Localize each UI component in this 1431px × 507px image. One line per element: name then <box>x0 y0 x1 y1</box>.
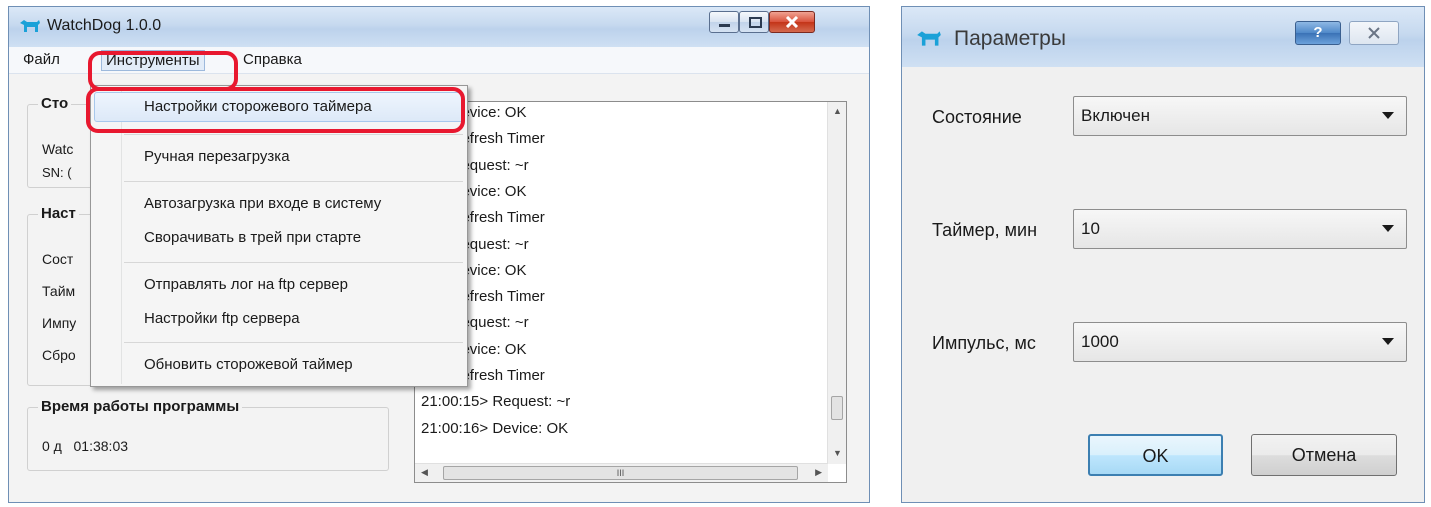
serial-number-label: SN: ( <box>42 165 72 180</box>
highlight-ring-tools-menu <box>88 51 238 91</box>
uptime-value: 0 д 01:38:03 <box>42 438 129 454</box>
timer-combobox[interactable]: 10 <box>1073 209 1407 249</box>
menu-separator <box>124 134 463 135</box>
close-icon <box>1368 27 1380 39</box>
settings-row-reset: Сбро <box>42 347 76 363</box>
main-titlebar[interactable]: WatchDog 1.0.0 <box>9 7 869 47</box>
state-combobox[interactable]: Включен <box>1073 96 1407 136</box>
highlight-ring-watchdog-settings <box>86 87 465 133</box>
timer-value: 10 <box>1081 219 1100 238</box>
window-title: WatchDog 1.0.0 <box>47 17 162 34</box>
maximize-icon <box>749 17 762 28</box>
settings-row-pulse: Импу <box>42 315 77 331</box>
menu-item-minimize-to-tray[interactable]: Сворачивать в трей при старте <box>144 229 361 246</box>
log-line: 21:00:16> Device: OK <box>421 419 569 437</box>
pulse-combobox[interactable]: 1000 <box>1073 322 1407 362</box>
pulse-value: 1000 <box>1081 332 1119 351</box>
menu-item-autostart[interactable]: Автозагрузка при входе в систему <box>144 195 381 212</box>
menu-file[interactable]: Файл <box>23 51 60 68</box>
chevron-down-icon <box>1382 225 1394 232</box>
log-line: 21:00:15> Request: ~r <box>421 393 571 411</box>
scroll-right-icon[interactable]: ▶ <box>815 467 822 478</box>
close-button[interactable] <box>769 11 815 33</box>
log-vertical-scrollbar[interactable]: ▲ ▼ <box>827 102 846 464</box>
device-name-label: Watc <box>42 141 74 157</box>
state-value: Включен <box>1081 106 1150 125</box>
cancel-button[interactable]: Отмена <box>1251 434 1397 476</box>
log-horizontal-thumb[interactable]: III <box>443 466 798 480</box>
dog-app-icon <box>20 20 40 32</box>
menu-separator <box>124 181 463 182</box>
log-vertical-thumb[interactable] <box>831 396 843 420</box>
params-dialog: Параметры ? Состояние Включен Таймер, ми… <box>901 6 1425 503</box>
minimize-icon <box>719 24 730 27</box>
menu-separator <box>124 262 463 263</box>
maximize-button[interactable] <box>739 11 769 33</box>
menu-item-manual-reboot[interactable]: Ручная перезагрузка <box>144 148 290 165</box>
status-group-title: Сто <box>38 95 72 112</box>
chevron-down-icon <box>1382 338 1394 345</box>
dog-app-icon <box>917 31 941 46</box>
minimize-button[interactable] <box>709 11 739 33</box>
help-icon: ? <box>1313 24 1323 41</box>
main-window: WatchDog 1.0.0 Файл Инструменты Справка … <box>8 6 870 503</box>
scroll-down-icon[interactable]: ▼ <box>833 448 842 458</box>
state-label: Состояние <box>932 107 1022 127</box>
ok-button[interactable]: OK <box>1088 434 1223 476</box>
params-close-button[interactable] <box>1349 21 1399 45</box>
params-titlebar[interactable]: Параметры ? <box>902 7 1424 67</box>
timer-label: Таймер, мин <box>932 220 1038 240</box>
menu-item-ftp-settings[interactable]: Настройки ftp сервера <box>144 310 300 327</box>
close-icon <box>785 16 799 28</box>
menu-help[interactable]: Справка <box>243 51 302 68</box>
params-title: Параметры <box>954 27 1066 50</box>
scroll-left-icon[interactable]: ◀ <box>421 467 428 478</box>
chevron-down-icon <box>1382 112 1394 119</box>
menu-item-update-watchdog[interactable]: Обновить сторожевой таймер <box>144 356 353 373</box>
params-client-area: Состояние Включен Таймер, мин 10 Импульс… <box>902 67 1424 502</box>
log-list[interactable]: 16> Device: OK 15> Refresh Timer 15> Reque… <box>414 101 847 483</box>
settings-row-timer: Тайм <box>42 283 76 299</box>
scroll-up-icon[interactable]: ▲ <box>833 106 842 116</box>
uptime-group: Время работы программы 0 д 01:38:03 <box>27 398 389 471</box>
menu-item-send-log-ftp[interactable]: Отправлять лог на ftp сервер <box>144 276 348 293</box>
uptime-group-title: Время работы программы <box>38 398 243 415</box>
settings-row-state: Сост <box>42 251 74 267</box>
log-horizontal-scrollbar[interactable]: ◀ III ▶ <box>415 463 828 482</box>
settings-group-title: Наст <box>38 205 79 222</box>
help-button[interactable]: ? <box>1295 21 1341 45</box>
menu-separator <box>124 342 463 343</box>
pulse-label: Импульс, мс <box>932 333 1036 353</box>
